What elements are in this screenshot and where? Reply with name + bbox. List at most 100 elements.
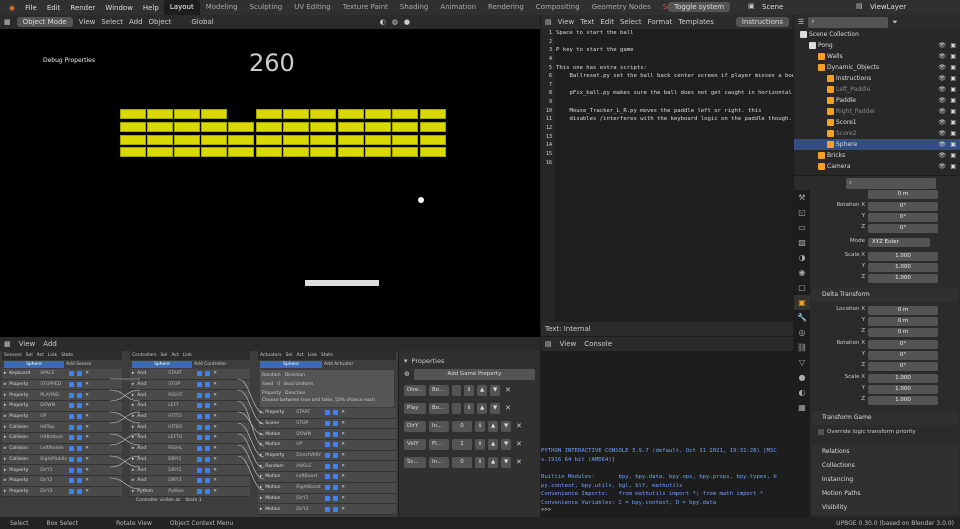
code-line[interactable]: This one has extra scripts:	[556, 64, 792, 73]
shading-solid-icon[interactable]: ◐	[380, 18, 386, 26]
visibility-section[interactable]: Visibility	[812, 501, 958, 515]
delta-scale-z-field[interactable]: 1.000	[868, 396, 938, 405]
rotation-z-field[interactable]: 0°	[868, 224, 938, 233]
code-line[interactable]: disables /interferes with the keyboard l…	[556, 115, 792, 124]
scale-y-field[interactable]: 1.000	[868, 263, 938, 272]
console-icon[interactable]: ▤	[545, 340, 552, 348]
texture-tab-icon[interactable]: ▦	[794, 400, 810, 415]
code-line[interactable]	[556, 150, 792, 159]
delta-rotation-y-field[interactable]: 0°	[868, 351, 938, 360]
move-down-icon[interactable]: ▼	[490, 384, 500, 396]
move-up-icon[interactable]: ▲	[488, 456, 498, 468]
visibility-icon[interactable]: 👁	[938, 150, 946, 161]
render-icon[interactable]: ▣	[950, 73, 956, 84]
visibility-icon[interactable]: 👁	[938, 51, 946, 62]
render-icon[interactable]: ▣	[950, 51, 956, 62]
render-icon[interactable]: ▣	[950, 106, 956, 117]
info-icon[interactable]: ℹ	[464, 402, 474, 414]
render-tab-icon[interactable]: ◱	[794, 205, 810, 220]
delta-transform-section[interactable]: Delta Transform	[812, 288, 958, 302]
code-line[interactable]	[556, 38, 792, 47]
move-down-icon[interactable]: ▼	[501, 438, 511, 450]
mode-selector[interactable]: Object Mode	[16, 17, 73, 27]
console-prompt[interactable]: >>>	[541, 507, 551, 513]
info-icon[interactable]: ℹ	[475, 456, 485, 468]
outliner-row[interactable]: Bricks 👁 ▣	[794, 150, 960, 161]
outliner-row[interactable]: Score2 👁 ▣	[794, 128, 960, 139]
property-value[interactable]: 1	[452, 438, 472, 450]
transform-game-section[interactable]: Transform Game	[812, 411, 958, 425]
view-menu[interactable]: View	[79, 18, 96, 26]
render-icon[interactable]: ▣	[950, 84, 956, 95]
delta-rotation-z-field[interactable]: 0°	[868, 362, 938, 371]
override-priority-checkbox[interactable]	[818, 429, 824, 435]
logic-add-menu[interactable]: Add	[43, 340, 57, 348]
scene-selector[interactable]: Scene	[762, 3, 783, 11]
outliner-row[interactable]: Camera 👁 ▣	[794, 161, 960, 172]
outliner-row[interactable]: Pong 👁 ▣	[794, 40, 960, 51]
delta-scale-y-field[interactable]: 1.000	[868, 385, 938, 394]
property-type[interactable]: Bo...	[429, 402, 449, 414]
visibility-icon[interactable]: 👁	[938, 117, 946, 128]
remove-property-icon[interactable]: ✕	[505, 404, 511, 412]
outliner-search[interactable]: ⌕	[808, 16, 889, 28]
instancing-section[interactable]: Instancing	[812, 473, 958, 487]
code-area[interactable]: Space to start the ball P key to start th…	[556, 29, 809, 167]
tab-texture-paint[interactable]: Texture Paint	[337, 0, 394, 15]
visibility-icon[interactable]: 👁	[938, 62, 946, 73]
code-line[interactable]: pFix_ball.py makes sure the ball does no…	[556, 89, 808, 98]
render-icon[interactable]: ▣	[950, 95, 956, 106]
tab-sculpting[interactable]: Sculpting	[244, 0, 289, 15]
menu-help[interactable]: Help	[138, 4, 164, 12]
physics-tab-icon[interactable]: ◎	[794, 325, 810, 340]
tab-uv-editing[interactable]: UV Editing	[288, 0, 337, 15]
property-value[interactable]: 0	[452, 420, 472, 432]
visibility-icon[interactable]: 👁	[938, 161, 946, 172]
scale-x-field[interactable]: 1.000	[868, 252, 938, 261]
editor-type-icon[interactable]: ▦	[4, 18, 11, 26]
menu-edit[interactable]: Edit	[42, 4, 66, 12]
code-line[interactable]	[556, 124, 792, 133]
text-editor[interactable]: 1 2 3 4 5 6 7 8 9 10 11 12 13 14 15 16 Space to start t…	[541, 29, 809, 322]
rotation-mode-select[interactable]: XYZ Euler	[868, 238, 930, 247]
tab-animation[interactable]: Animation	[434, 0, 482, 15]
visibility-icon[interactable]: 👁	[938, 84, 946, 95]
python-console[interactable]: PYTHON INTERACTIVE CONSOLE 3.9.7 (defaul…	[541, 351, 793, 517]
move-down-icon[interactable]: ▼	[490, 402, 500, 414]
property-type[interactable]: Fl...	[429, 438, 449, 450]
menu-window[interactable]: Window	[100, 4, 138, 12]
code-line[interactable]: Mouse_Tracker_L_R.py moves the paddle le…	[556, 107, 792, 116]
delta-location-z-field[interactable]: 0 m	[868, 328, 938, 337]
property-name[interactable]: VelY	[404, 438, 426, 450]
render-icon[interactable]: ▣	[950, 62, 956, 73]
code-line[interactable]: Ballreset.py set the ball back center sc…	[556, 72, 805, 81]
logic-view-menu[interactable]: View	[19, 340, 36, 348]
te-format-menu[interactable]: Format	[648, 18, 673, 26]
motion-paths-section[interactable]: Motion Paths	[812, 487, 958, 501]
visibility-icon[interactable]: 👁	[938, 40, 946, 51]
outliner-row[interactable]: Score1 👁 ▣	[794, 117, 960, 128]
menu-render[interactable]: Render	[65, 4, 100, 12]
select-menu[interactable]: Select	[101, 18, 123, 26]
code-line[interactable]	[556, 98, 792, 107]
logic-editor-icon[interactable]: ▦	[4, 340, 11, 348]
property-type[interactable]: In...	[429, 456, 449, 468]
outliner-row[interactable]: Instructions 👁 ▣	[794, 73, 960, 84]
te-text-menu[interactable]: Text	[580, 18, 594, 26]
property-value[interactable]: 0	[452, 456, 472, 468]
menu-file[interactable]: File	[20, 4, 42, 12]
blender-logo-icon[interactable]: ◉	[4, 4, 20, 12]
te-select-menu[interactable]: Select	[620, 18, 642, 26]
code-line[interactable]	[556, 81, 792, 90]
outliner-row[interactable]: Left_Paddle 👁 ▣	[794, 84, 960, 95]
tab-compositing[interactable]: Compositing	[530, 0, 586, 15]
add-menu[interactable]: Add	[129, 18, 143, 26]
object-tab-icon[interactable]: ▣	[794, 295, 810, 310]
output-tab-icon[interactable]: ▭	[794, 220, 810, 235]
render-icon[interactable]: ▣	[950, 40, 956, 51]
collections-section[interactable]: Collections	[812, 459, 958, 473]
render-icon[interactable]: ▣	[950, 161, 956, 172]
shading-render-icon[interactable]: ●	[404, 18, 410, 26]
render-icon[interactable]: ▣	[950, 150, 956, 161]
outliner-row[interactable]: Scene Collection	[794, 29, 960, 40]
